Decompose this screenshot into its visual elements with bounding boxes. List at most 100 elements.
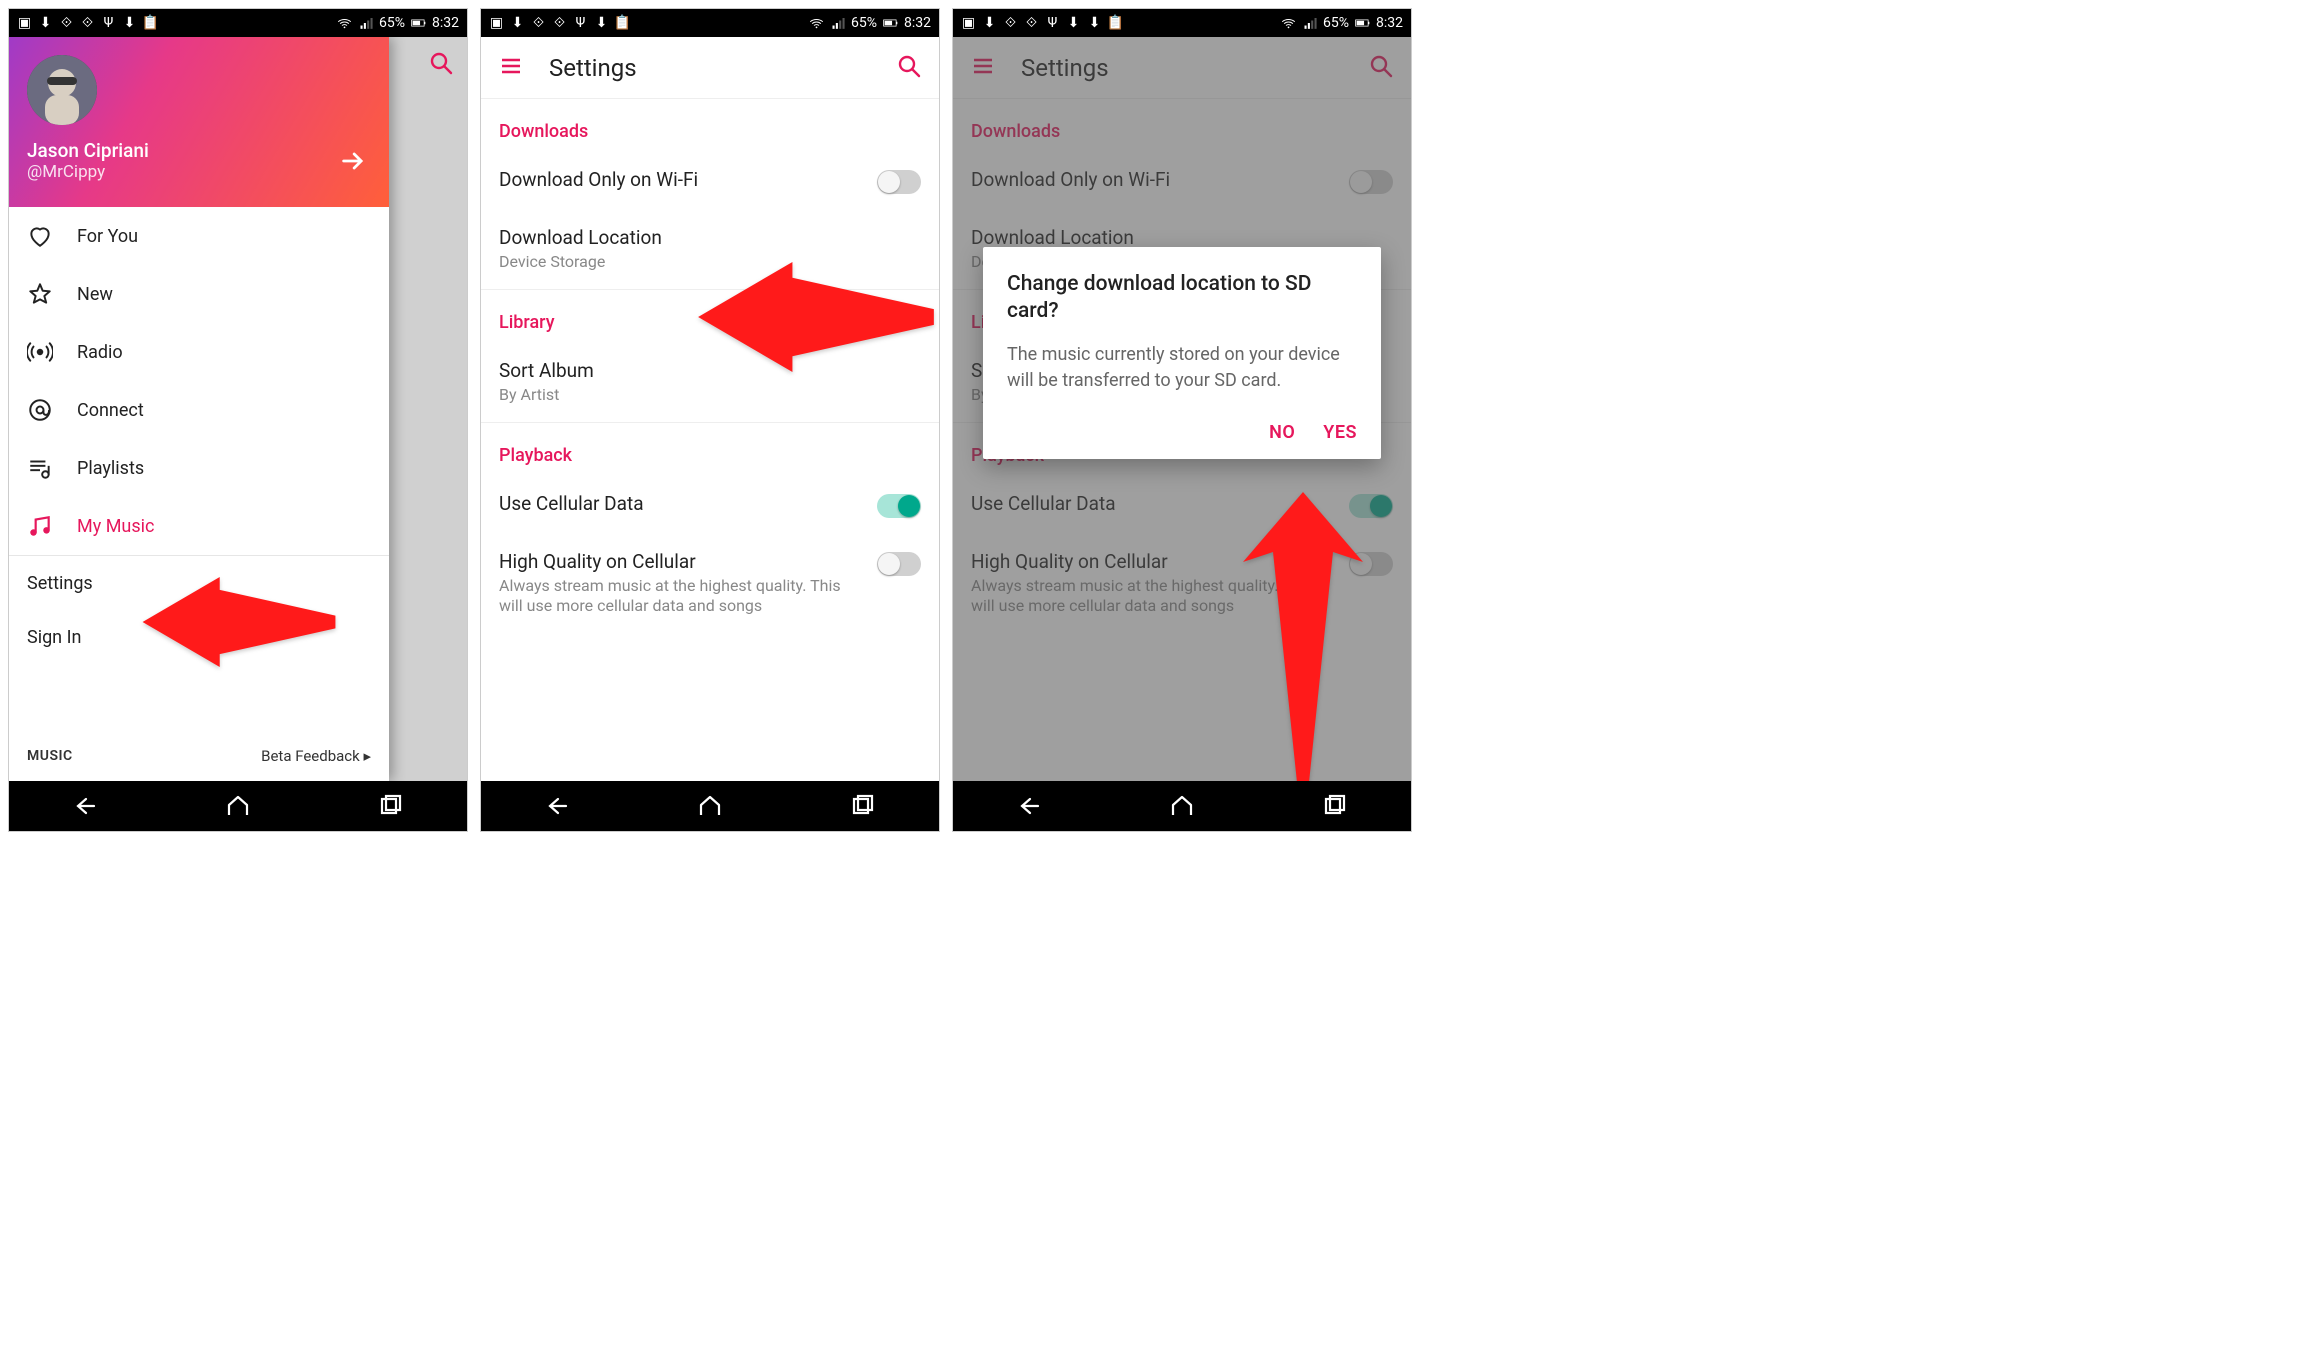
toggle-wifi-only[interactable] bbox=[877, 170, 921, 194]
beta-feedback-link[interactable]: Beta Feedback ▸ bbox=[261, 747, 371, 765]
signal-icon bbox=[358, 16, 373, 31]
dialog-title: Change download location to SD card? bbox=[1007, 271, 1357, 326]
toggle-high-quality[interactable] bbox=[877, 552, 921, 576]
battery-percent: 65% bbox=[1323, 15, 1349, 31]
drawer-header[interactable]: Jason Cipriani @MrCippy bbox=[9, 37, 389, 207]
clock: 8:32 bbox=[432, 15, 459, 31]
home-icon[interactable] bbox=[697, 793, 723, 819]
drawer-item-label: For You bbox=[77, 226, 138, 247]
wifi-icon bbox=[809, 16, 824, 31]
battery-percent: 65% bbox=[851, 15, 877, 31]
arrow-right-icon[interactable] bbox=[339, 147, 367, 179]
status-bar: ▣ ⬇ ⟐ ⟐ Ψ ⬇ 📋 65% 8:32 bbox=[481, 9, 939, 37]
recent-apps-icon[interactable] bbox=[378, 793, 404, 819]
drawer-item-new[interactable]: New bbox=[9, 265, 389, 323]
dev-icon: ⟐ bbox=[531, 16, 546, 31]
page-title: Settings bbox=[549, 54, 637, 82]
at-icon bbox=[27, 397, 53, 423]
setting-subtitle: Device Storage bbox=[499, 252, 921, 273]
wifi-icon bbox=[337, 16, 352, 31]
recent-apps-icon[interactable] bbox=[850, 793, 876, 819]
user-name: Jason Cipriani bbox=[27, 139, 371, 162]
dev-icon: ⟐ bbox=[1024, 16, 1039, 31]
three-phone-container: ▣ ⬇ ⟐ ⟐ Ψ ⬇ 📋 65% 8:32 Jason Cipriani @M… bbox=[0, 0, 2310, 840]
setting-download-location[interactable]: Download Location Device Storage bbox=[481, 210, 939, 289]
drawer-item-sign-in[interactable]: Sign In bbox=[9, 610, 389, 664]
drawer-item-label: Radio bbox=[77, 342, 123, 363]
toggle-use-cellular[interactable] bbox=[877, 494, 921, 518]
battery-icon bbox=[1355, 16, 1370, 31]
download-icon: ⬇ bbox=[38, 16, 53, 31]
apple-music-logo: MUSIC bbox=[27, 748, 73, 764]
user-handle: @MrCippy bbox=[27, 162, 371, 182]
settings-list[interactable]: Downloads Download Only on Wi-Fi Downloa… bbox=[481, 99, 939, 633]
drawer-item-label: New bbox=[77, 284, 113, 305]
dev-icon: ⟐ bbox=[80, 16, 95, 31]
download-icon: ⬇ bbox=[1066, 16, 1081, 31]
battery-icon bbox=[411, 16, 426, 31]
drawer-item-label: Playlists bbox=[77, 458, 144, 479]
drawer-item-settings[interactable]: Settings bbox=[9, 556, 389, 610]
android-nav-bar bbox=[953, 781, 1411, 831]
avatar[interactable] bbox=[27, 55, 97, 125]
playlist-icon bbox=[27, 455, 53, 481]
home-icon[interactable] bbox=[225, 793, 251, 819]
clipboard-icon: 📋 bbox=[615, 16, 630, 31]
back-icon[interactable] bbox=[72, 793, 98, 819]
section-header-playback: Playback bbox=[481, 423, 939, 476]
dev-icon: ⟐ bbox=[552, 16, 567, 31]
picture-icon: ▣ bbox=[489, 16, 504, 31]
phone-1: ▣ ⬇ ⟐ ⟐ Ψ ⬇ 📋 65% 8:32 Jason Cipriani @M… bbox=[8, 8, 468, 832]
setting-use-cellular[interactable]: Use Cellular Data bbox=[481, 476, 939, 534]
dev-icon: ⟐ bbox=[1003, 16, 1018, 31]
battery-percent: 65% bbox=[379, 15, 405, 31]
picture-icon: ▣ bbox=[17, 16, 32, 31]
setting-sort-album[interactable]: Sort Album By Artist bbox=[481, 343, 939, 422]
setting-subtitle: Always stream music at the highest quali… bbox=[499, 576, 865, 618]
phone-2: ▣ ⬇ ⟐ ⟐ Ψ ⬇ 📋 65% 8:32 Settings Download… bbox=[480, 8, 940, 832]
menu-icon[interactable] bbox=[499, 54, 523, 82]
setting-high-quality-cellular[interactable]: High Quality on Cellular Always stream m… bbox=[481, 534, 939, 634]
heart-icon bbox=[27, 223, 53, 249]
star-icon bbox=[27, 281, 53, 307]
setting-title: Use Cellular Data bbox=[499, 492, 865, 515]
battery-icon bbox=[883, 16, 898, 31]
dialog-yes-button[interactable]: YES bbox=[1323, 422, 1357, 443]
android-nav-bar bbox=[481, 781, 939, 831]
usb-icon: Ψ bbox=[573, 16, 588, 31]
section-header-library: Library bbox=[481, 290, 939, 343]
recent-apps-icon[interactable] bbox=[1322, 793, 1348, 819]
drawer-item-label: My Music bbox=[77, 516, 154, 537]
dialog-no-button[interactable]: NO bbox=[1269, 422, 1295, 443]
drawer-item-label: Connect bbox=[77, 400, 144, 421]
signal-icon bbox=[1302, 16, 1317, 31]
drawer-item-playlists[interactable]: Playlists bbox=[9, 439, 389, 497]
back-icon[interactable] bbox=[544, 793, 570, 819]
drawer-footer: MUSIC Beta Feedback ▸ bbox=[9, 735, 389, 781]
status-bar: ▣ ⬇ ⟐ ⟐ Ψ ⬇ 📋 65% 8:32 bbox=[9, 9, 467, 37]
clock: 8:32 bbox=[1376, 15, 1403, 31]
wifi-icon bbox=[1281, 16, 1296, 31]
navigation-drawer: Jason Cipriani @MrCippy For You New Radi… bbox=[9, 37, 389, 781]
download-icon: ⬇ bbox=[510, 16, 525, 31]
search-icon[interactable] bbox=[429, 51, 453, 79]
drawer-item-my-music[interactable]: My Music bbox=[9, 497, 389, 555]
clock: 8:32 bbox=[904, 15, 931, 31]
home-icon[interactable] bbox=[1169, 793, 1195, 819]
setting-download-wifi-only[interactable]: Download Only on Wi-Fi bbox=[481, 152, 939, 210]
music-icon bbox=[27, 513, 53, 539]
drawer-item-radio[interactable]: Radio bbox=[9, 323, 389, 381]
status-bar: ▣ ⬇ ⟐ ⟐ Ψ ⬇ ⬇ 📋 65% 8:32 bbox=[953, 9, 1411, 37]
download-icon: ⬇ bbox=[1087, 16, 1102, 31]
drawer-item-connect[interactable]: Connect bbox=[9, 381, 389, 439]
back-icon[interactable] bbox=[1016, 793, 1042, 819]
download-icon: ⬇ bbox=[122, 16, 137, 31]
search-icon[interactable] bbox=[897, 54, 921, 82]
section-header-downloads: Downloads bbox=[481, 99, 939, 152]
android-nav-bar bbox=[9, 781, 467, 831]
clipboard-icon: 📋 bbox=[143, 16, 158, 31]
setting-subtitle: By Artist bbox=[499, 385, 921, 406]
setting-title: Download Only on Wi-Fi bbox=[499, 168, 865, 191]
setting-title: High Quality on Cellular bbox=[499, 550, 865, 573]
drawer-item-for-you[interactable]: For You bbox=[9, 207, 389, 265]
